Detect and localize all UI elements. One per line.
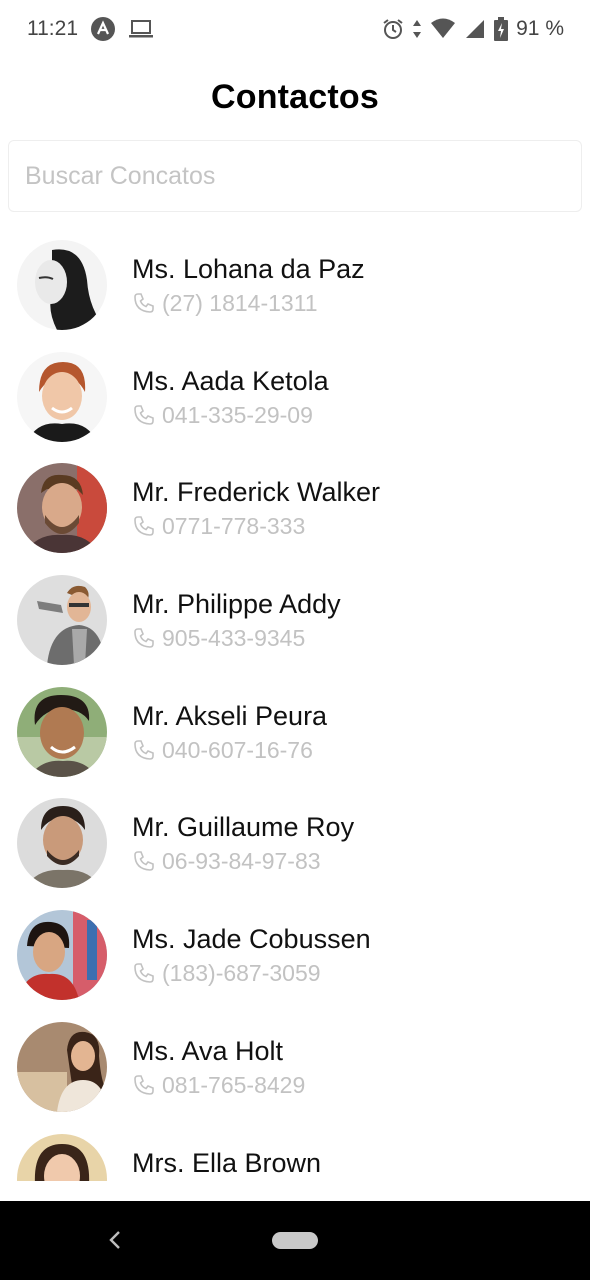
- contact-text: Ms. Jade Cobussen (183)-687-3059: [132, 922, 371, 987]
- contact-text: Ms. Lohana da Paz (27) 1814-1311: [132, 252, 365, 317]
- contact-list[interactable]: Ms. Lohana da Paz (27) 1814-1311 Ms. Aad…: [0, 228, 590, 1181]
- contact-phone-row: (27) 1814-1311: [132, 289, 365, 317]
- list-item[interactable]: Ms. Ava Holt 081-765-8429: [0, 1010, 590, 1122]
- contact-name: Ms. Jade Cobussen: [132, 924, 371, 955]
- phone-icon: [132, 1073, 156, 1097]
- status-bar: 11:21 91 %: [0, 0, 590, 58]
- contact-text: Mr. Akseli Peura 040-607-16-76: [132, 699, 327, 764]
- contact-phone: 081-765-8429: [162, 1071, 306, 1098]
- contact-name: Mr. Guillaume Roy: [132, 812, 355, 843]
- search-bar: [8, 140, 582, 212]
- back-icon[interactable]: [100, 1225, 130, 1255]
- contact-phone: 040-607-16-76: [162, 736, 313, 763]
- data-arrows-icon: [412, 18, 422, 40]
- list-item[interactable]: Mr. Akseli Peura 040-607-16-76: [0, 675, 590, 787]
- avatar: [17, 1133, 107, 1181]
- contact-phone: (183)-687-3059: [162, 960, 321, 987]
- contact-name: Mr. Akseli Peura: [132, 700, 328, 731]
- page-title: Contactos: [210, 77, 380, 116]
- status-time: 11:21: [27, 17, 78, 40]
- phone-icon: [132, 291, 156, 315]
- contact-text: Mr. Frederick Walker 0771-778-333: [132, 475, 380, 540]
- list-item[interactable]: Ms. Jade Cobussen (183)-687-3059: [0, 898, 590, 1010]
- contact-name: Ms. Lohana da Paz: [132, 254, 365, 284]
- avatar: [17, 240, 107, 330]
- header: Contactos: [0, 62, 590, 132]
- avatar: [17, 910, 107, 1001]
- list-item[interactable]: Mr. Guillaume Roy 06-93-84-97-83: [0, 786, 590, 898]
- status-bar-left: 11:21: [27, 16, 154, 42]
- contact-text: Mr. Guillaume Roy 06-93-84-97-83: [132, 810, 354, 875]
- list-item[interactable]: Mr. Philippe Addy 905-433-9345: [0, 563, 590, 675]
- laptop-icon: [128, 18, 154, 40]
- alarm-icon: [382, 18, 404, 40]
- contact-phone: 905-433-9345: [162, 625, 306, 652]
- contact-phone: 06-93-84-97-83: [162, 848, 321, 875]
- phone-icon: [132, 626, 156, 650]
- avatar: [17, 1021, 107, 1112]
- system-nav-bar: [0, 1201, 590, 1280]
- contact-name: Ms. Aada Ketola: [132, 365, 329, 396]
- avatar: [17, 463, 107, 554]
- contact-phone-row: 0771-778-333: [132, 512, 380, 540]
- avatar: [17, 686, 107, 777]
- list-item[interactable]: Ms. Lohana da Paz (27) 1814-1311: [0, 228, 590, 340]
- status-bar-right: 91 %: [382, 17, 564, 41]
- avatar: [17, 575, 107, 666]
- contact-name: Ms. Ava Holt: [132, 1035, 284, 1066]
- wifi-icon: [430, 18, 456, 40]
- phone-icon: [132, 738, 156, 762]
- battery-percent: 91 %: [516, 17, 564, 40]
- avatar: [17, 351, 107, 442]
- contact-phone: 0771-778-333: [162, 513, 306, 540]
- contact-phone-row: 06-93-84-97-83: [132, 847, 354, 875]
- phone-icon: [132, 514, 156, 538]
- contact-name: Mr. Philippe Addy: [132, 589, 341, 620]
- avatar: [17, 798, 107, 889]
- search-input[interactable]: [8, 140, 582, 212]
- signal-icon: [464, 18, 486, 40]
- contact-name: Mrs. Ella Brown: [132, 1147, 322, 1178]
- contact-text: Mrs. Ella Brown: [132, 1146, 321, 1182]
- list-item[interactable]: Ms. Aada Ketola 041-335-29-09: [0, 340, 590, 452]
- contact-phone-row: 041-335-29-09: [132, 401, 329, 429]
- contact-phone: (27) 1814-1311: [162, 290, 318, 316]
- app-notification-icon: [90, 16, 116, 42]
- contact-phone: 041-335-29-09: [162, 401, 313, 428]
- battery-charging-icon: [494, 17, 509, 41]
- contact-phone-row: 040-607-16-76: [132, 736, 327, 764]
- phone-icon: [132, 849, 156, 873]
- phone-icon: [132, 403, 156, 427]
- list-item[interactable]: Mrs. Ella Brown: [0, 1122, 590, 1182]
- contact-text: Mr. Philippe Addy 905-433-9345: [132, 587, 341, 652]
- contact-name: Mr. Frederick Walker: [132, 477, 381, 508]
- contact-text: Ms. Aada Ketola 041-335-29-09: [132, 364, 329, 429]
- contact-phone-row: (183)-687-3059: [132, 959, 371, 987]
- contact-text: Ms. Ava Holt 081-765-8429: [132, 1034, 305, 1099]
- contact-phone-row: 081-765-8429: [132, 1071, 305, 1099]
- home-pill[interactable]: [272, 1232, 318, 1249]
- contact-phone-row: 905-433-9345: [132, 624, 341, 652]
- phone-icon: [132, 961, 156, 985]
- list-item[interactable]: Mr. Frederick Walker 0771-778-333: [0, 451, 590, 563]
